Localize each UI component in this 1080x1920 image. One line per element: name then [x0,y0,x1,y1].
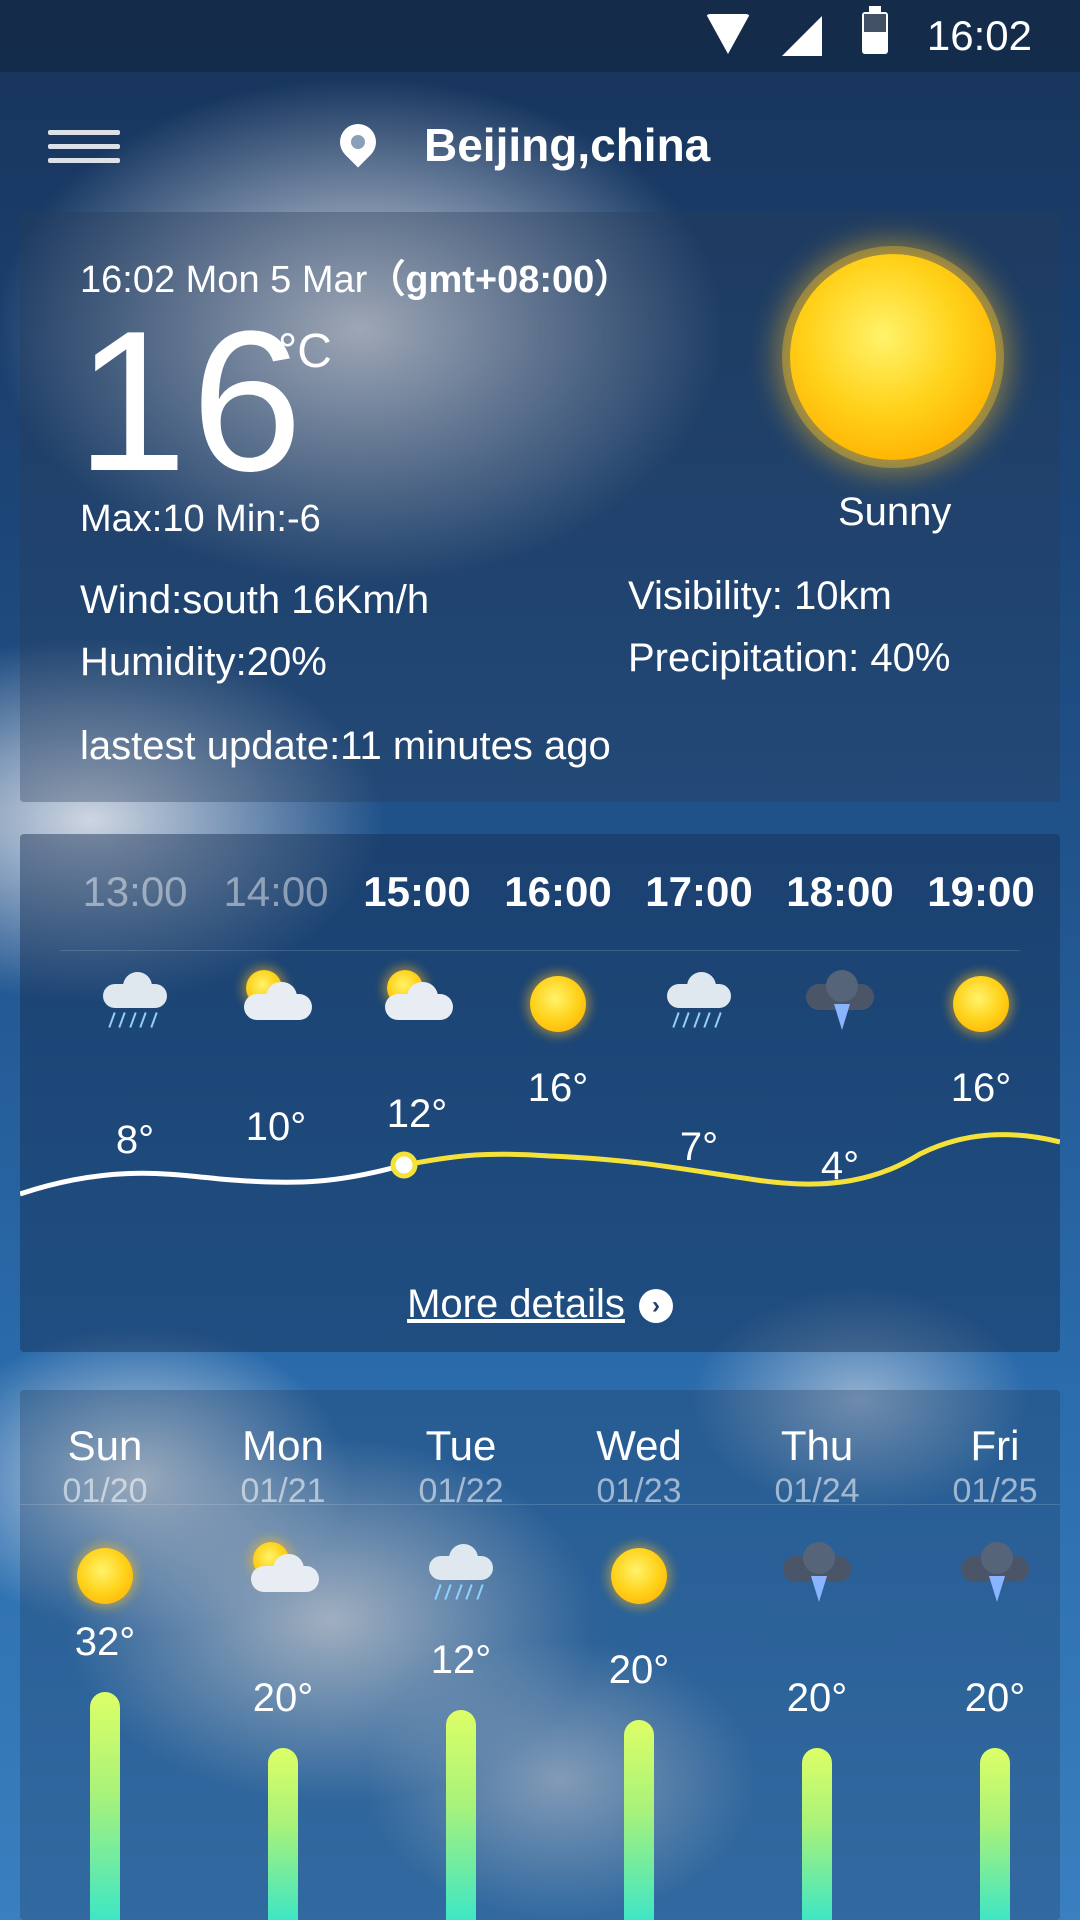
timezone: （gmt+08:00） [367,259,633,301]
rain-cloud-icon [659,964,739,1044]
more-details-link[interactable]: More details › [20,1282,1060,1327]
hour-temperature: 16° [527,1066,589,1110]
temperature-bar [802,1748,832,1920]
partly-cloudy-icon [243,1536,323,1616]
humidity-info: Humidity:20% [80,640,327,684]
hour-label: 19:00 [927,868,1035,915]
day-date: 01/25 [952,1472,1038,1510]
last-update: lastest update:11 minutes ago [80,724,611,768]
current-temperature: 16 [76,290,307,513]
temperature-bar [980,1748,1010,1920]
day-label: Mon [242,1422,324,1469]
hour-temperature: 7° [679,1124,719,1169]
wifi-icon [706,14,750,54]
status-bar: 16:02 [0,0,1080,72]
sun-icon [65,1536,145,1616]
past-temperature-line [20,1163,401,1197]
day-label: Fri [970,1422,1020,1469]
rain-cloud-icon [421,1536,501,1616]
thunderstorm-icon [800,964,880,1044]
current-weather-card: 16:02 Mon 5 Mar（gmt+08:00） 16 °C Max:10 … [20,212,1060,802]
app-header: Beijing,china [0,72,1080,212]
temperature-bar [446,1710,476,1920]
day-label: Tue [425,1422,497,1469]
precipitation-info: Precipitation: 40% [628,636,951,680]
thunderstorm-icon [777,1536,857,1616]
hour-temperature: 12° [386,1092,448,1136]
max-min-temperature: Max:10 Min:-6 [80,498,321,540]
rain-cloud-icon [95,964,175,1044]
sun-icon [518,964,598,1044]
day-label: Sun [67,1422,143,1469]
partly-cloudy-icon [236,964,316,1044]
partly-cloudy-icon [377,964,457,1044]
chevron-right-icon[interactable]: › [638,1289,673,1324]
temperature-bar [624,1720,654,1920]
day-date: 01/20 [62,1472,148,1510]
temperature-unit: °C [278,325,332,378]
hour-temperature: 4° [820,1144,860,1188]
hour-label: 13:00 [82,868,188,915]
day-temperature: 20° [786,1676,848,1720]
location-title[interactable]: Beijing,china [424,118,710,172]
more-details-label[interactable]: More details [407,1282,625,1326]
visibility-info: Visibility: 10km [628,574,892,618]
hour-label: 17:00 [645,868,753,915]
hour-temperature: 10° [245,1105,307,1149]
condition-label: Sunny [838,490,952,534]
divider [60,950,1020,951]
hour-label: 15:00 [363,868,471,915]
temperature-bar [90,1692,120,1920]
day-temperature: 12° [430,1638,492,1682]
day-date: 01/24 [774,1472,860,1510]
signal-icon [782,16,822,56]
sun-icon [599,1536,679,1616]
hour-label: 18:00 [786,868,894,915]
sun-icon [790,254,996,460]
hour-temperature: 16° [950,1066,1012,1110]
day-date: 01/23 [596,1472,682,1510]
hour-label: 16:00 [504,868,612,915]
location-pin-icon [332,116,384,168]
hour-temperature: 8° [115,1118,155,1162]
status-time: 16:02 [926,12,1032,59]
day-temperature: 20° [608,1648,670,1692]
sun-icon [941,964,1021,1044]
wind-info: Wind:south 16Km/h [80,578,430,622]
hourly-forecast-card: 13:00 8° 14:00 10° 15:00 12° 16:00 16° 17:00 7° 18… [20,834,1060,1352]
temperature-bar [268,1748,298,1920]
day-temperature: 20° [252,1676,314,1720]
menu-icon[interactable] [48,130,120,166]
battery-icon [862,6,888,54]
current-hour-marker [390,1151,418,1179]
day-date: 01/21 [240,1472,326,1510]
day-label: Thu [780,1422,854,1469]
thunderstorm-icon [955,1536,1035,1616]
day-date: 01/22 [418,1472,504,1510]
day-temperature: 32° [74,1620,136,1664]
day-label: Wed [596,1422,682,1469]
day-temperature: 20° [964,1676,1026,1720]
hour-label: 14:00 [223,868,329,915]
daily-forecast-card: Sun 01/20 32° Mon 01/21 20° Tue 01/22 12° Wed 01/2… [20,1390,1060,1920]
